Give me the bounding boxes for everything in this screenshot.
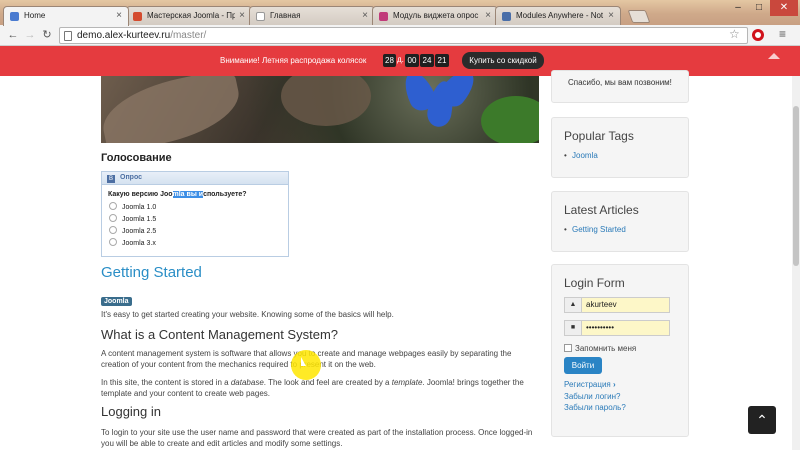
url-text: demo.alex-kurteev.ru/master/ bbox=[77, 30, 207, 41]
article-link[interactable]: Getting Started bbox=[564, 225, 626, 234]
close-tab-icon[interactable]: × bbox=[608, 10, 614, 21]
home-favicon-icon bbox=[10, 12, 19, 21]
poll-icon: В bbox=[107, 175, 115, 183]
back-icon[interactable]: ← bbox=[6, 28, 20, 42]
callback-text: Спасибо, мы вам позвоним! bbox=[568, 78, 672, 87]
popular-tags-module: Popular Tags Joomla bbox=[551, 117, 689, 178]
tab-label: Мастерская Joomla - Пр bbox=[147, 11, 235, 20]
hero-image bbox=[101, 76, 539, 143]
tag-link[interactable]: Joomla bbox=[564, 151, 598, 160]
radio-icon[interactable] bbox=[109, 226, 117, 234]
radio-icon[interactable] bbox=[109, 214, 117, 222]
intro-paragraph: It's easy to get started creating your w… bbox=[101, 310, 394, 319]
address-bar[interactable]: demo.alex-kurteev.ru/master/ bbox=[59, 27, 748, 44]
promo-message: Внимание! Летняя распродажа колясок bbox=[220, 56, 367, 65]
countdown-seconds: 21 bbox=[435, 54, 449, 67]
login-form-module: Login Form ▲ akurteev ■ •••••••••• Запом… bbox=[551, 264, 689, 437]
poll-option[interactable]: Joomla 1.5 bbox=[109, 214, 156, 223]
buy-discount-button[interactable]: Купить со скидкой bbox=[462, 52, 544, 69]
category-badge[interactable]: Joomla bbox=[101, 297, 132, 306]
poll-option[interactable]: Joomla 1.0 bbox=[109, 202, 156, 211]
site-paragraph: In this site, the content is stored in a… bbox=[101, 378, 524, 398]
login-form-title: Login Form bbox=[564, 276, 625, 290]
checkbox-icon[interactable] bbox=[564, 344, 572, 352]
vote-heading: Голосование bbox=[101, 152, 172, 164]
collapse-banner-icon[interactable] bbox=[768, 53, 780, 59]
scrollbar-thumb[interactable] bbox=[793, 106, 799, 266]
close-tab-icon[interactable]: × bbox=[362, 10, 368, 21]
login-button[interactable]: Войти bbox=[564, 357, 602, 374]
poll-question: Какую версию Joomla вы используете? bbox=[108, 191, 247, 198]
countdown-hours: 00 bbox=[405, 54, 419, 67]
chevron-right-icon: › bbox=[613, 380, 616, 389]
close-tab-icon[interactable]: × bbox=[485, 10, 491, 21]
browser-menu-icon[interactable]: ≡ bbox=[779, 27, 786, 41]
latest-articles-title: Latest Articles bbox=[564, 203, 639, 217]
new-tab-button[interactable] bbox=[627, 10, 651, 23]
forward-icon[interactable]: → bbox=[23, 28, 37, 42]
popular-tags-title: Popular Tags bbox=[564, 129, 634, 143]
poll-header: В Опрос bbox=[102, 172, 288, 185]
password-field[interactable]: ■ •••••••••• bbox=[564, 320, 670, 336]
remember-me-checkbox[interactable]: Запомнить меня bbox=[564, 344, 636, 353]
close-tab-icon[interactable]: × bbox=[239, 10, 245, 21]
extension-icon[interactable] bbox=[752, 29, 764, 41]
scroll-to-top-button[interactable]: ⌃ bbox=[748, 406, 776, 434]
close-window-button[interactable]: ✕ bbox=[770, 0, 798, 16]
tab-label: Модуль виджета опрос bbox=[393, 11, 479, 20]
lock-icon: ■ bbox=[565, 321, 582, 335]
page-icon bbox=[64, 31, 72, 41]
reload-icon[interactable]: ↻ bbox=[40, 28, 54, 42]
login-heading: Logging in bbox=[101, 404, 161, 419]
poll-title: Опрос bbox=[120, 174, 143, 181]
tab-home[interactable]: Home × bbox=[3, 6, 129, 26]
forgot-password-link[interactable]: Забыли пароль? bbox=[564, 403, 626, 412]
cursor-highlight bbox=[291, 350, 321, 380]
tab-label: Modules Anywhere - Not bbox=[516, 11, 604, 20]
tab-label: Главная bbox=[270, 11, 301, 20]
poll-widget: В Опрос Какую версию Joomla вы используе… bbox=[101, 171, 289, 257]
bookmark-star-icon[interactable]: ☆ bbox=[729, 27, 740, 41]
page-scrollbar[interactable] bbox=[792, 76, 800, 450]
countdown-days-label: д. bbox=[397, 55, 404, 64]
user-icon: ▲ bbox=[565, 298, 582, 312]
page-favicon-icon bbox=[256, 12, 265, 21]
register-link[interactable]: Регистрация › bbox=[564, 380, 616, 389]
modules-favicon-icon bbox=[502, 12, 511, 21]
poll-option[interactable]: Joomla 3.x bbox=[109, 238, 156, 247]
tab-masterskaya-joomla[interactable]: Мастерская Joomla - Пр × bbox=[126, 6, 252, 25]
article-title-link[interactable]: Getting Started bbox=[101, 264, 202, 281]
username-field[interactable]: ▲ akurteev bbox=[564, 297, 670, 313]
joomla-favicon-icon bbox=[133, 12, 142, 21]
login-paragraph: To login to your site use the user name … bbox=[101, 428, 533, 448]
username-value[interactable]: akurteev bbox=[582, 298, 669, 312]
minimize-button[interactable]: – bbox=[728, 0, 748, 16]
password-value[interactable]: •••••••••• bbox=[582, 321, 669, 335]
tab-poll-widget[interactable]: Модуль виджета опрос × bbox=[372, 6, 498, 25]
browser-toolbar: ← → ↻ demo.alex-kurteev.ru/master/ bbox=[0, 25, 800, 46]
tab-modules-anywhere[interactable]: Modules Anywhere - Not × bbox=[495, 6, 621, 25]
browser-tab-bar: Home × Мастерская Joomla - Пр × Главная … bbox=[0, 0, 800, 26]
radio-icon[interactable] bbox=[109, 238, 117, 246]
mouse-cursor-icon bbox=[301, 357, 306, 366]
cms-paragraph: A content management system is software … bbox=[101, 349, 512, 369]
latest-articles-module: Latest Articles Getting Started bbox=[551, 191, 689, 252]
tab-label: Home bbox=[24, 11, 46, 20]
close-tab-icon[interactable]: × bbox=[116, 10, 122, 21]
widget-favicon-icon bbox=[379, 12, 388, 21]
poll-option[interactable]: Joomla 2.5 bbox=[109, 226, 156, 235]
maximize-button[interactable]: □ bbox=[749, 0, 769, 16]
callback-module: Спасибо, мы вам позвоним! bbox=[551, 70, 689, 103]
selected-text: mla вы и bbox=[172, 191, 204, 198]
forgot-login-link[interactable]: Забыли логин? bbox=[564, 392, 620, 401]
tab-glavnaya[interactable]: Главная × bbox=[249, 6, 375, 25]
countdown-minutes: 24 bbox=[420, 54, 434, 67]
radio-icon[interactable] bbox=[109, 202, 117, 210]
countdown-days: 28 bbox=[383, 54, 396, 67]
cms-heading: What is a Content Management System? bbox=[101, 327, 339, 342]
